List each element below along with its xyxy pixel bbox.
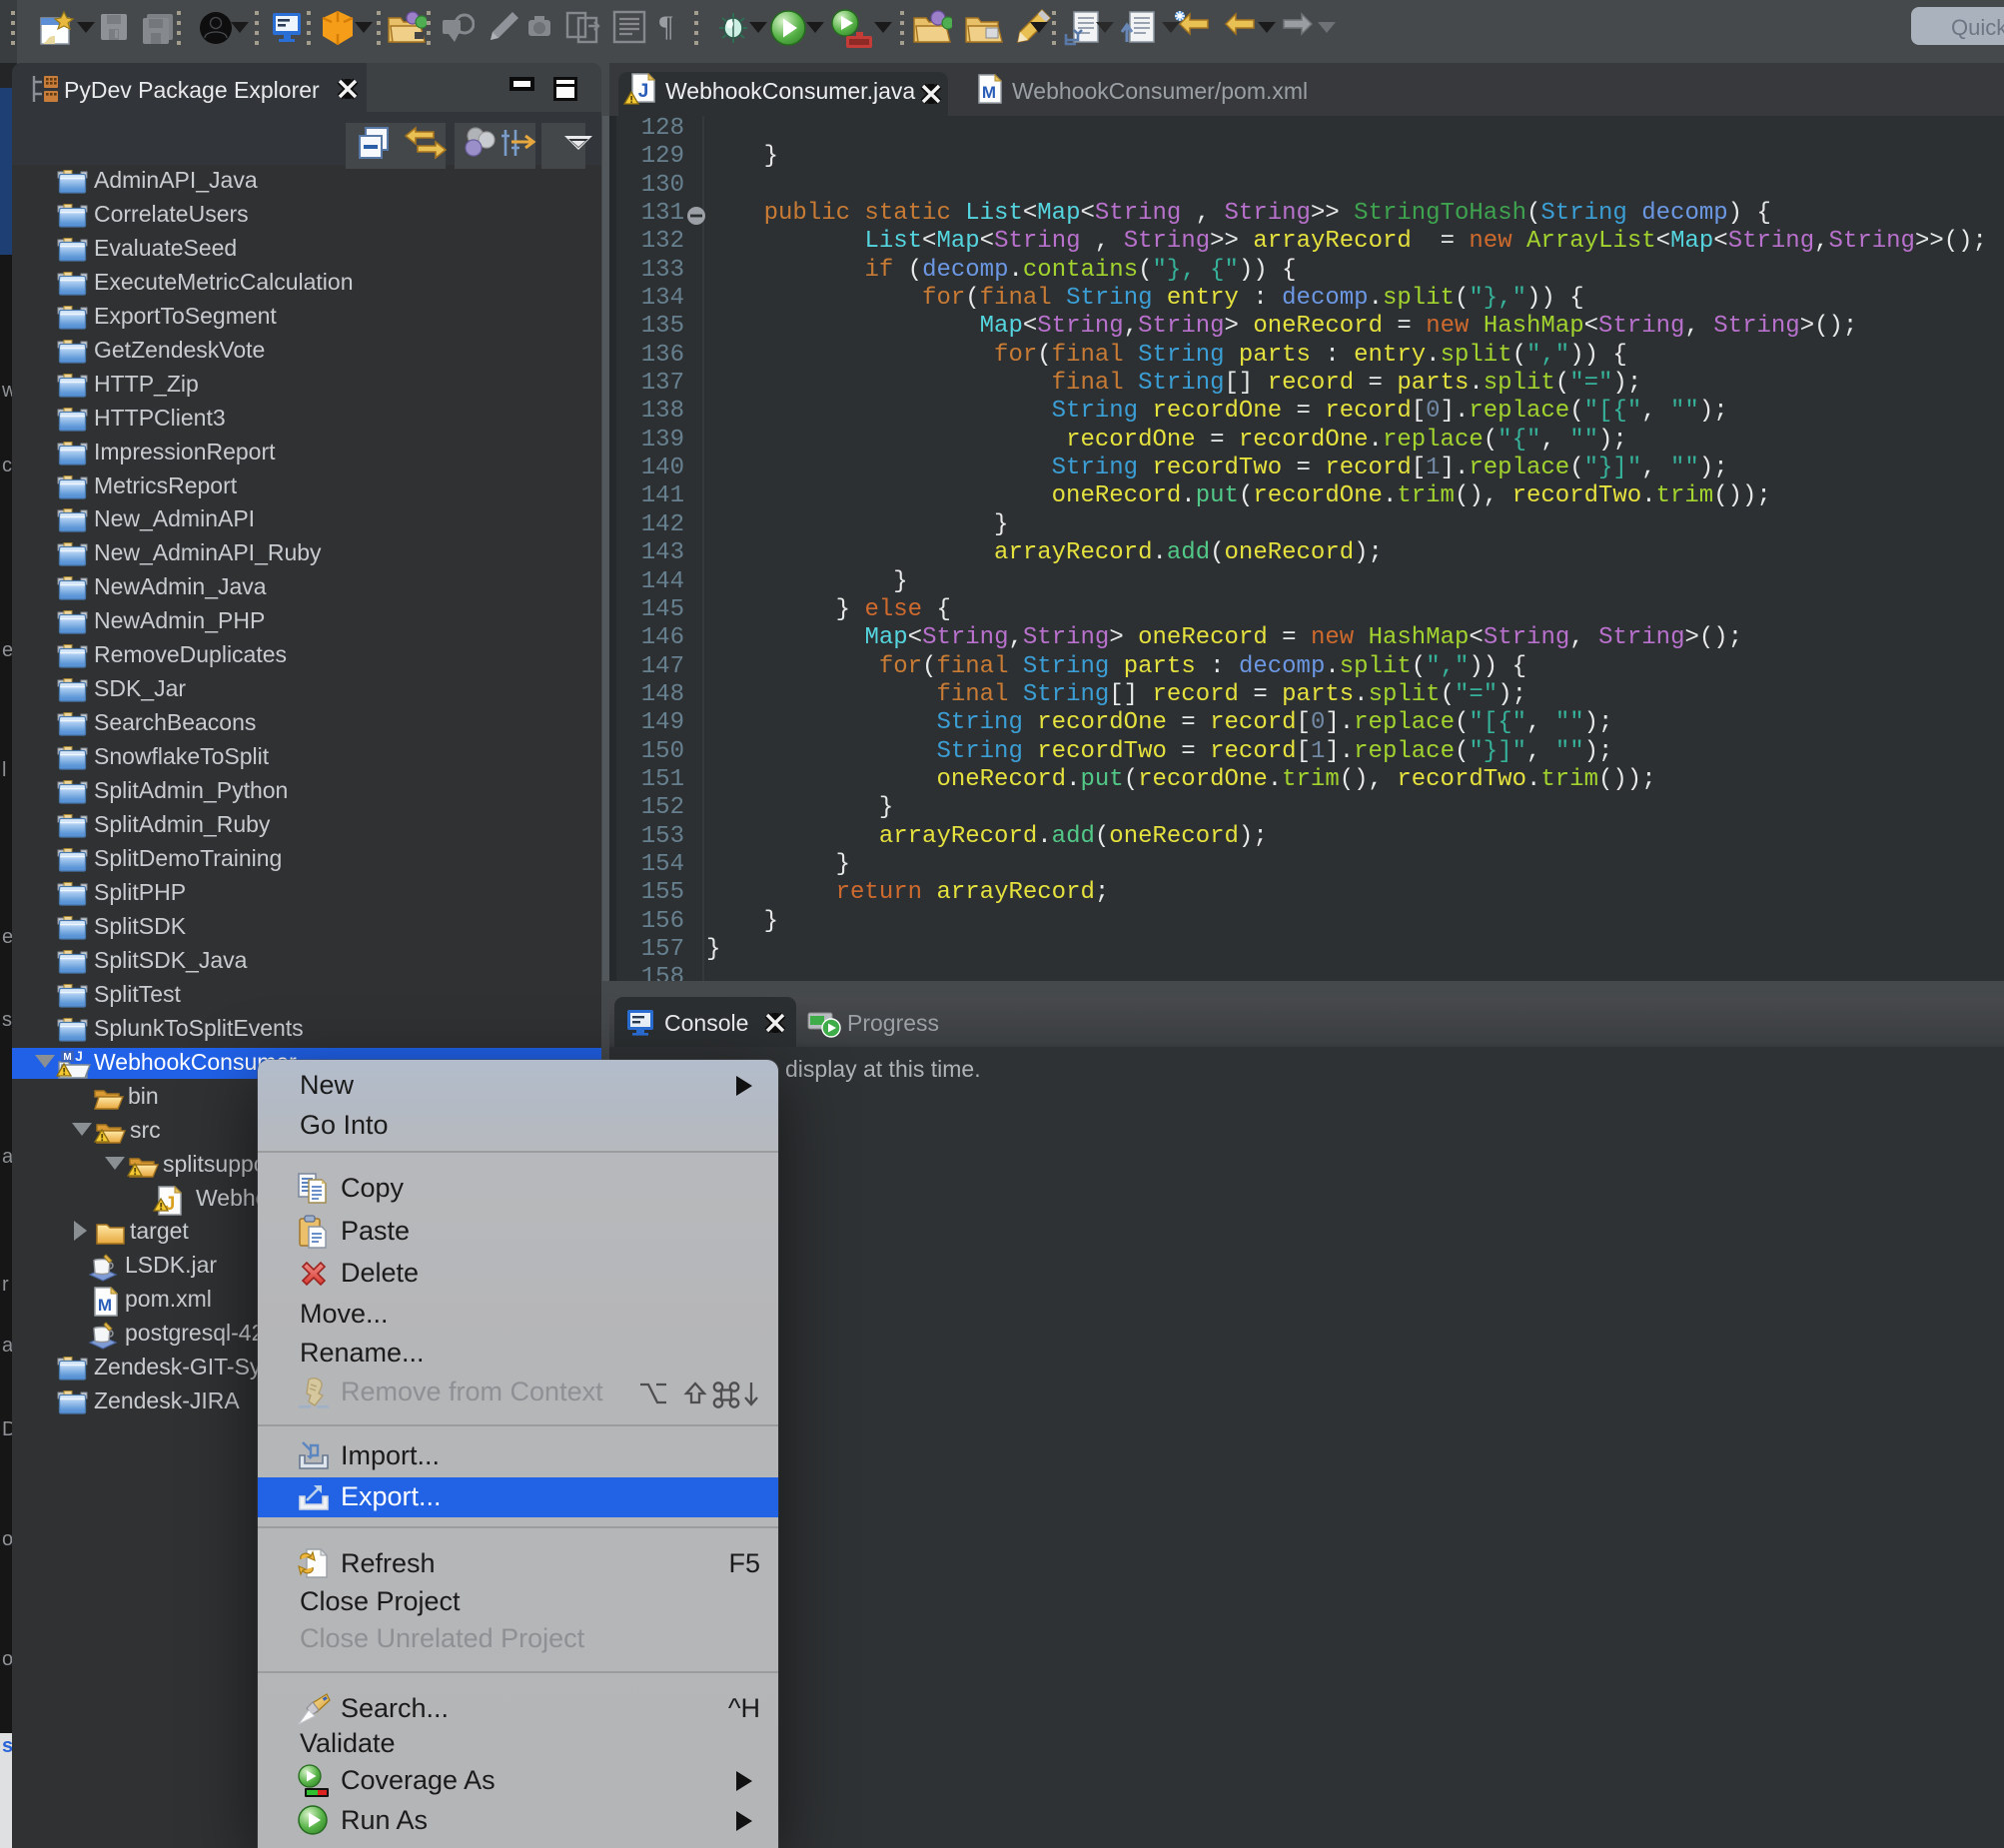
svg-text:M: M [98,1296,112,1315]
svg-text:J: J [638,81,649,102]
svg-text:M: M [982,83,996,102]
svg-text:M: M [63,1052,71,1063]
svg-text:J: J [75,1050,83,1064]
